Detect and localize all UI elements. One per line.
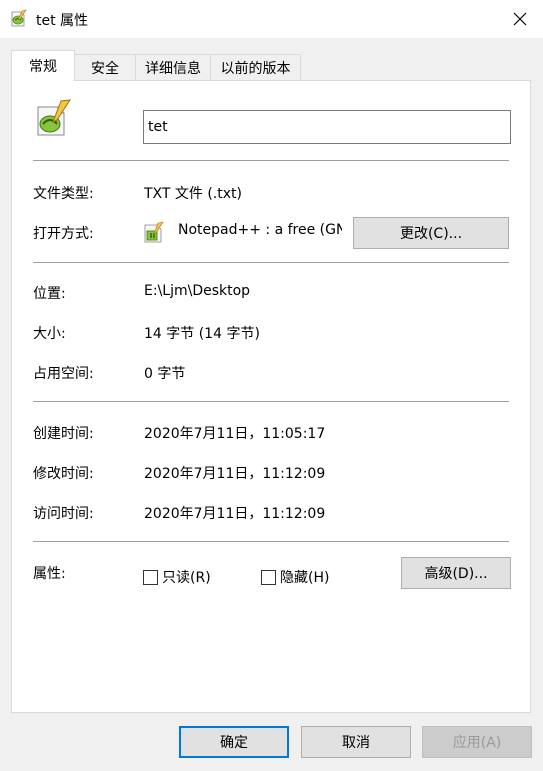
open-with-label: 打开方式: bbox=[33, 226, 94, 242]
readonly-checkbox[interactable]: 只读(R) bbox=[143, 567, 211, 587]
close-button[interactable] bbox=[497, 0, 543, 38]
ok-button[interactable]: 确定 bbox=[179, 726, 289, 758]
notepadpp-file-icon bbox=[37, 99, 71, 136]
separator bbox=[33, 262, 509, 263]
accessed-label: 访问时间: bbox=[33, 506, 94, 522]
location-label: 位置: bbox=[33, 286, 66, 302]
notepadpp-icon bbox=[11, 9, 27, 27]
title-bar: tet 属性 bbox=[0, 0, 543, 38]
file-name-input[interactable] bbox=[143, 110, 511, 144]
tab-general[interactable]: 常规 bbox=[11, 50, 75, 81]
location-value: E:\Ljm\Desktop bbox=[144, 283, 251, 299]
created-label: 创建时间: bbox=[33, 426, 94, 442]
readonly-label: 只读(R) bbox=[162, 570, 211, 586]
hidden-checkbox-box[interactable] bbox=[261, 569, 276, 585]
separator bbox=[33, 160, 509, 161]
size-label: 大小: bbox=[33, 326, 66, 342]
change-button[interactable]: 更改(C)... bbox=[353, 217, 509, 249]
separator bbox=[33, 401, 509, 402]
hidden-checkbox[interactable]: 隐藏(H) bbox=[261, 567, 329, 587]
apply-button[interactable]: 应用(A) bbox=[422, 726, 532, 758]
modified-value: 2020年7月11日，11:12:09 bbox=[144, 466, 326, 482]
window-title: tet 属性 bbox=[36, 13, 89, 29]
tab-security[interactable]: 安全 bbox=[74, 54, 136, 80]
tab-previous-versions[interactable]: 以前的版本 bbox=[210, 54, 301, 80]
separator bbox=[33, 541, 509, 542]
file-type-value: TXT 文件 (.txt) bbox=[144, 186, 242, 202]
size-on-disk-label: 占用空间: bbox=[33, 366, 94, 382]
close-icon bbox=[513, 12, 527, 26]
open-with-app-name: Notepad++ : a free (GN bbox=[178, 222, 342, 238]
accessed-value: 2020年7月11日，11:12:09 bbox=[144, 506, 326, 522]
hidden-label: 隐藏(H) bbox=[280, 570, 330, 586]
created-value: 2020年7月11日，11:05:17 bbox=[144, 426, 326, 442]
file-type-label: 文件类型: bbox=[33, 186, 94, 202]
cancel-button[interactable]: 取消 bbox=[301, 726, 411, 758]
readonly-checkbox-box[interactable] bbox=[143, 569, 158, 585]
size-on-disk-value: 0 字节 bbox=[144, 366, 186, 382]
advanced-button[interactable]: 高级(D)... bbox=[401, 557, 511, 589]
notepadpp-app-icon bbox=[144, 221, 164, 243]
general-panel: 文件类型: TXT 文件 (.txt) 打开方式: Notepad++ : a … bbox=[11, 80, 531, 713]
attributes-label: 属性: bbox=[33, 566, 66, 582]
size-value: 14 字节 (14 字节) bbox=[144, 326, 260, 342]
modified-label: 修改时间: bbox=[33, 466, 94, 482]
tab-details[interactable]: 详细信息 bbox=[135, 54, 211, 80]
